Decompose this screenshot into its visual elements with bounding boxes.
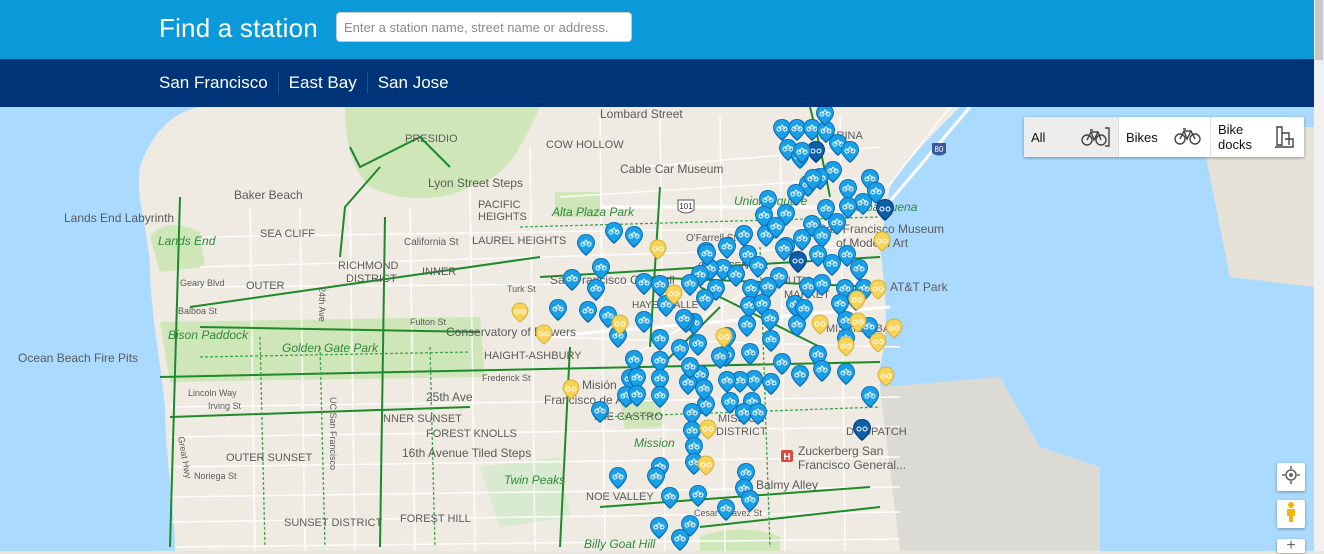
locate-me-button[interactable] [1277,463,1305,491]
label-richmond: RICHMOND [338,260,399,272]
search-input[interactable] [336,12,632,42]
filter-docks-button[interactable]: Bike docks [1210,117,1304,157]
label-irving: Irving St [208,401,242,411]
street-view-button[interactable] [1277,500,1305,528]
station-map[interactable]: Lombard Street MARINA PRESIDIO COW HOLLO… [0,107,1314,551]
header-bar: Find a station [0,0,1314,59]
page-scrollbar[interactable] [1314,0,1324,551]
label-billy-goat: Billy Goat Hill [584,537,656,551]
station-filter: All Bikes Bike docks [1024,117,1304,157]
label-outer: OUTER [246,280,285,292]
label-zuckerberg-1: Zuckerberg San [798,444,883,458]
filter-all-label: All [1031,129,1046,145]
label-heights: HEIGHTS [478,211,527,223]
label-baker-beach: Baker Beach [234,188,303,202]
label-laurel-heights: LAUREL HEIGHTS [472,235,566,247]
bike-dock-icon [1079,125,1111,150]
crosshair-icon [1282,465,1300,489]
label-ucsf: 25th Ave [426,390,473,404]
label-bison: Bison Paddock [168,328,249,342]
label-mission-dolores: Mission [634,436,675,450]
label-noriega: Noriega St [194,471,237,481]
filter-bikes-label: Bikes [1126,129,1158,145]
label-frederick: Frederick St [482,373,531,383]
label-conservatory: Conservatory of Flowers [446,325,576,339]
page-title: Find a station [159,13,318,43]
dock-icon [1271,123,1297,152]
label-alta-plaza: Alta Plaza Park [551,205,635,219]
label-25th: 24th Ave [317,287,327,322]
label-twin-peaks: Twin Peaks [504,473,565,487]
label-mision: Misión [582,378,617,392]
label-tiled-steps: 16th Avenue Tiled Steps [402,446,531,460]
label-presidio: PRESIDIO [405,133,458,145]
region-nav: San Francisco East Bay San Jose [0,59,1314,107]
label-cow-hollow: COW HOLLOW [546,139,624,151]
scrollbar-thumb[interactable] [1315,0,1323,60]
label-att-park: AT&T Park [890,280,949,294]
label-zuckerberg-2: Francisco General... [798,458,906,472]
svg-text:H: H [783,452,790,463]
label-forest-knolls: FOREST KNOLLS [426,428,517,440]
label-lombard: Lombard Street [600,107,683,121]
label-mission-d2: DISTRICT [716,426,767,438]
label-ggpark: Golden Gate Park [282,341,379,355]
label-lands-end: Lands End [158,234,216,248]
nav-east-bay[interactable]: East Bay [279,72,368,94]
label-pacific: PACIFIC [478,199,521,211]
label-california-st: California St [404,237,459,248]
svg-text:101: 101 [679,202,693,211]
label-forest-hill: FOREST HILL [400,513,471,525]
label-geary: Geary Blvd [180,278,225,288]
label-richmond-district: DISTRICT [346,273,397,285]
label-lands-end-labyrinth: Lands End Labyrinth [64,211,174,225]
label-inner-sunset: INNER SUNSET [380,413,462,425]
label-haight: HAIGHT-ASHBURY [484,350,582,362]
label-lyon-steps: Lyon Street Steps [428,176,523,190]
label-sunset-district: SUNSET DISTRICT [284,517,382,529]
bike-station-marker-low[interactable] [877,366,895,387]
label-balboa-1: Balboa St [178,306,218,316]
nav-san-jose[interactable]: San Jose [368,72,459,94]
land-port [880,377,1100,551]
filter-all-button[interactable]: All [1024,117,1118,157]
pegman-icon [1284,501,1298,528]
label-turk: Turk St [507,284,536,294]
label-cable-car: Cable Car Museum [620,162,723,176]
shield-101: 101 [677,199,695,214]
label-inner: INNER [422,266,456,278]
shield-80: 80 [932,143,946,156]
label-outer-sunset: OUTER SUNSET [226,452,312,464]
map-canvas[interactable]: Lombard Street MARINA PRESIDIO COW HOLLO… [0,107,1314,551]
label-ocean-beach: Ocean Beach Fire Pits [18,351,138,365]
label-lincoln: Lincoln Way [188,388,237,398]
bike-station-marker-low[interactable] [885,318,903,339]
label-fulton: Fulton St [410,317,447,327]
label-balmy: Balmy Alley [756,478,818,492]
hospital-icon: H [781,450,793,463]
label-24th: UC San Francisco [328,397,338,470]
label-sea-cliff: SEA CLIFF [260,228,315,240]
filter-bikes-button[interactable]: Bikes [1118,117,1210,157]
bike-icon [1173,125,1203,150]
svg-text:80: 80 [935,145,944,154]
nav-san-francisco[interactable]: San Francisco [159,72,279,94]
label-noe: NOE VALLEY [586,491,654,503]
filter-docks-label: Bike docks [1218,122,1252,152]
